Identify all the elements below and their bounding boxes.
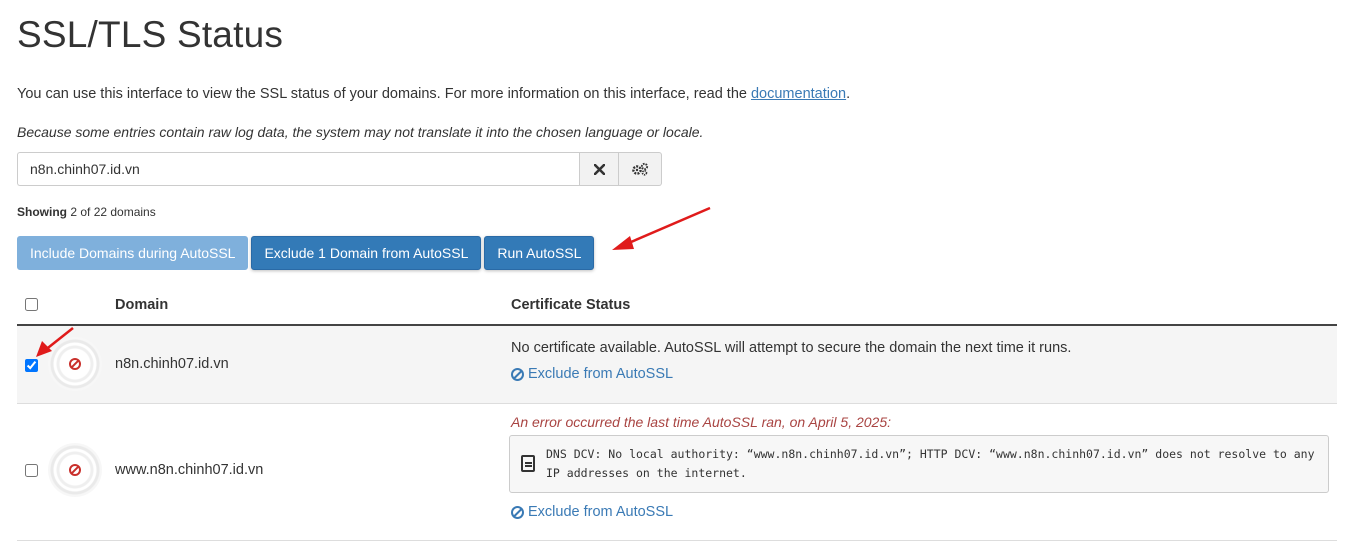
run-autossl-button[interactable]: Run AutoSSL xyxy=(484,236,595,270)
column-header-domain: Domain xyxy=(115,297,169,313)
include-domains-button[interactable]: Include Domains during AutoSSL xyxy=(17,236,249,270)
status-indicator xyxy=(48,443,102,497)
annotation-arrow xyxy=(612,206,711,250)
domain-name: n8n.chinh07.id.vn xyxy=(115,356,229,372)
exclude-from-autossl-link[interactable]: Exclude from AutoSSL xyxy=(511,504,673,520)
search-settings-button[interactable] xyxy=(619,152,662,186)
exclude-from-autossl-link[interactable]: Exclude from AutoSSL xyxy=(511,366,673,382)
times-icon xyxy=(593,163,605,175)
table-row: n8n.chinh07.id.vn No certificate availab… xyxy=(17,326,1337,404)
select-all-checkbox[interactable] xyxy=(25,298,38,311)
ban-icon xyxy=(511,367,524,381)
log-box: DNS DCV: No local authority: “www.n8n.ch… xyxy=(509,435,1329,493)
document-icon xyxy=(521,455,535,472)
clear-search-button[interactable] xyxy=(579,152,620,186)
domain-name: www.n8n.chinh07.id.vn xyxy=(115,462,264,478)
autossl-actions: Include Domains during AutoSSL Exclude 1… xyxy=(17,236,595,270)
autossl-error-message: An error occurred the last time AutoSSL … xyxy=(511,414,892,430)
column-header-status: Certificate Status xyxy=(511,297,631,313)
no-certificate-icon xyxy=(69,464,81,476)
row-checkbox[interactable] xyxy=(25,464,38,477)
ban-icon xyxy=(511,505,524,519)
annotation-arrow xyxy=(36,327,74,357)
exclude-domain-button[interactable]: Exclude 1 Domain from AutoSSL xyxy=(251,236,482,270)
table-header: Domain Certificate Status xyxy=(17,288,1337,326)
search-input[interactable] xyxy=(17,152,580,186)
showing-count: Showing 2 of 22 domains xyxy=(17,205,156,219)
intro-text: You can use this interface to view the S… xyxy=(17,86,851,102)
table-row: www.n8n.chinh07.id.vn An error occurred … xyxy=(17,404,1337,541)
log-text: DNS DCV: No local authority: “www.n8n.ch… xyxy=(546,447,1315,480)
domain-search xyxy=(17,152,662,186)
page-title: SSL/TLS Status xyxy=(17,14,284,55)
gears-icon xyxy=(632,162,649,176)
locale-note: Because some entries contain raw log dat… xyxy=(17,124,704,140)
documentation-link[interactable]: documentation xyxy=(751,86,846,102)
certificate-status: No certificate available. AutoSSL will a… xyxy=(511,340,1072,356)
